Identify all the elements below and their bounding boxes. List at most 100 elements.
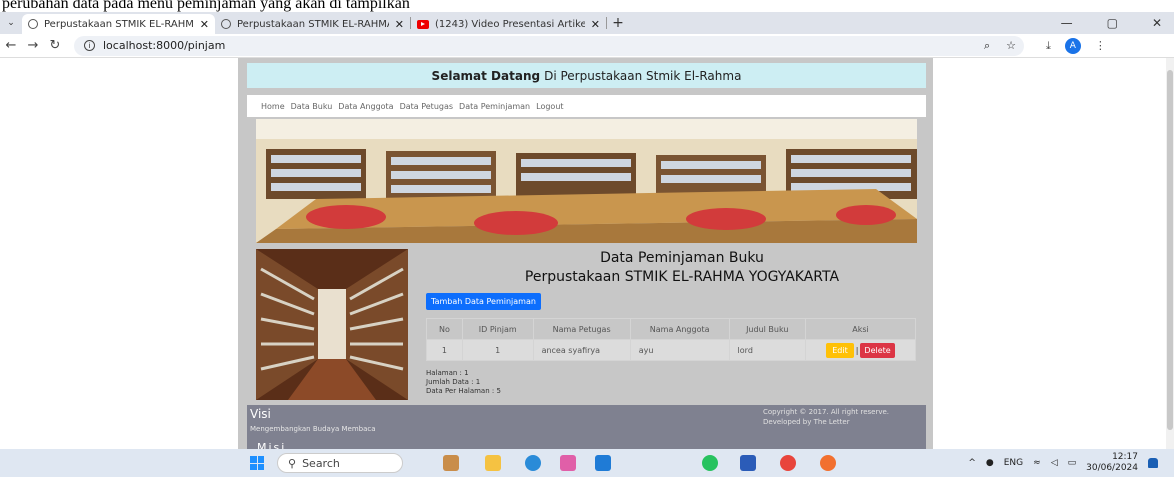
site-info-icon[interactable]: i [84, 40, 95, 51]
app-icon[interactable] [560, 455, 576, 471]
welcome-text: Di Perpustakaan Stmik El-Rahma [544, 68, 742, 83]
nav-home[interactable]: Home [261, 102, 285, 111]
menu-dots-icon[interactable]: ⋮ [1095, 39, 1106, 52]
windows-start-icon[interactable] [250, 456, 264, 470]
scroll-thumb[interactable] [1167, 70, 1173, 430]
forward-icon[interactable]: → [22, 38, 44, 53]
add-peminjaman-button[interactable]: Tambah Data Peminjaman [426, 293, 541, 310]
browser-tab-active[interactable]: Perpustakaan STMIK EL-RAHMA ✕ [22, 14, 215, 34]
nav-data-petugas[interactable]: Data Petugas [400, 102, 453, 111]
firefox-icon[interactable] [820, 455, 836, 471]
th-nama-anggota: Nama Anggota [629, 318, 730, 340]
word-icon[interactable] [740, 455, 756, 471]
search-icon: ⚲ [288, 456, 297, 470]
document-text-fragment: perubahan data pada menu peminjaman yang… [2, 0, 410, 12]
page-heading-line2: Perpustakaan STMIK EL-RAHMA YOGYAKARTA [524, 269, 840, 285]
copyright: Copyright © 2017. All right reserve. Dev… [763, 407, 889, 427]
file-explorer-icon[interactable] [485, 455, 501, 471]
peminjaman-table: No ID Pinjam Nama Petugas Nama Anggota J… [426, 318, 917, 361]
wifi-icon[interactable]: ≈ [1033, 458, 1041, 468]
tab-title: (1243) Video Presentasi Artikel [435, 18, 585, 30]
volume-icon[interactable]: ◁ [1051, 458, 1058, 468]
cell-nama-petugas: ancea syafirya [532, 339, 631, 361]
edge-browser-icon[interactable] [525, 455, 541, 471]
bookshelf-aisle-image [256, 249, 408, 400]
browser-tab-bar: ⌄ Perpustakaan STMIK EL-RAHMA ✕ Perpusta… [0, 12, 1174, 34]
jumlah-data-text: Jumlah Data : 1 [426, 378, 481, 386]
th-nama-petugas: Nama Petugas [532, 318, 631, 340]
clock[interactable]: 12:17 30/06/2024 [1086, 452, 1138, 474]
site-container: Selamat Datang Di Perpustakaan Stmik El-… [238, 58, 933, 449]
browser-toolbar: ← → ↻ i localhost:8000/pinjam ⌕ ☆ ⤓ A ⋮ [0, 34, 1174, 58]
visi-text: Mengembangkan Budaya Membaca [250, 425, 376, 433]
zoom-icon[interactable]: ⌕ [984, 39, 990, 53]
youtube-icon [417, 19, 429, 29]
edit-button[interactable]: Edit [826, 342, 854, 358]
peminjaman-content: Data Peminjaman Buku Perpustakaan STMIK … [426, 249, 918, 396]
page-viewport: Selamat Datang Di Perpustakaan Stmik El-… [0, 58, 1174, 449]
close-tab-icon[interactable]: ✕ [395, 18, 404, 31]
copyright-text: Copyright © 2017. All right reserve. [763, 408, 890, 416]
welcome-bold: Selamat Datang [431, 68, 541, 83]
system-tray: ^ ● ENG ≈ ◁ ▭ 12:17 30/06/2024 [968, 449, 1158, 477]
taskbar-search-text: Search [302, 456, 340, 470]
nav-data-buku[interactable]: Data Buku [291, 102, 333, 111]
nav-data-peminjaman[interactable]: Data Peminjaman [459, 102, 530, 111]
clock-date: 30/06/2024 [1086, 463, 1138, 473]
page-scrollbar[interactable] [1166, 58, 1174, 449]
cell-nama-anggota: ayu [629, 339, 730, 361]
th-judul-buku: Judul Buku [728, 318, 806, 340]
cell-aksi: Edit | Delete [804, 339, 917, 361]
nav-logout[interactable]: Logout [536, 102, 563, 111]
nav-data-anggota[interactable]: Data Anggota [338, 102, 393, 111]
th-id-pinjam: ID Pinjam [461, 318, 534, 340]
url-text[interactable]: localhost:8000/pinjam [103, 39, 225, 52]
notification-bell-icon[interactable] [1148, 458, 1158, 468]
tab-title: Perpustakaan STMIK EL-RAHMA [44, 18, 194, 30]
chevron-up-icon[interactable]: ^ [968, 458, 976, 468]
widgets-icon[interactable] [443, 455, 459, 471]
vscode-icon[interactable] [595, 455, 611, 471]
cell-id-pinjam: 1 [461, 339, 534, 361]
taskbar-search[interactable]: ⚲ Search [277, 453, 403, 473]
browser-tab[interactable]: Perpustakaan STMIK EL-RAHMA ✕ [215, 14, 410, 34]
reload-icon[interactable]: ↻ [44, 38, 66, 53]
battery-icon[interactable]: ▭ [1068, 458, 1077, 468]
download-icon[interactable]: ⤓ [1046, 39, 1051, 53]
close-window-icon[interactable]: ✕ [1152, 16, 1162, 30]
bookmark-star-icon[interactable]: ☆ [1006, 39, 1016, 52]
close-tab-icon[interactable]: ✕ [200, 18, 209, 31]
windows-taskbar: ⚲ Search ^ ● ENG ≈ ◁ ▭ 12:17 30/06/2024 [0, 449, 1174, 477]
tab-search-chevron-icon[interactable]: ⌄ [0, 12, 22, 34]
network-app-icon[interactable]: ● [986, 458, 994, 468]
developer-credit: Developed by The Letter [763, 418, 850, 426]
page-heading-line1: Data Peminjaman Buku [600, 250, 764, 266]
cell-judul-buku: lord [728, 339, 806, 361]
chrome-icon[interactable] [780, 455, 796, 471]
halaman-text: Halaman : 1 [426, 369, 469, 377]
minimize-icon[interactable]: — [1061, 16, 1073, 30]
whatsapp-icon[interactable] [702, 455, 718, 471]
cell-no: 1 [426, 339, 463, 361]
delete-button[interactable]: Delete [860, 342, 895, 358]
site-nav: Home Data Buku Data Anggota Data Petugas… [247, 95, 926, 117]
browser-tab-youtube[interactable]: (1243) Video Presentasi Artikel ✕ [411, 14, 606, 34]
language-indicator[interactable]: ENG [1004, 458, 1023, 468]
back-icon[interactable]: ← [0, 38, 22, 53]
close-tab-icon[interactable]: ✕ [591, 18, 600, 31]
maximize-icon[interactable]: ▢ [1107, 16, 1118, 30]
new-tab-button[interactable]: + [607, 15, 629, 31]
tab-title: Perpustakaan STMIK EL-RAHMA [237, 18, 389, 30]
library-banner-image [256, 119, 917, 243]
visi-title: Visi [250, 407, 271, 421]
site-footer: Visi Mengembangkan Budaya Membaca Misi C… [247, 405, 926, 449]
th-no: No [426, 318, 463, 340]
profile-avatar[interactable]: A [1064, 37, 1081, 54]
address-bar[interactable]: i localhost:8000/pinjam ⌕ ☆ [74, 35, 1024, 56]
data-per-halaman-text: Data Per Halaman : 5 [426, 387, 501, 395]
action-divider: | [855, 345, 859, 355]
misi-title: Misi [257, 441, 287, 449]
welcome-banner: Selamat Datang Di Perpustakaan Stmik El-… [247, 63, 926, 88]
table-row: 1 1 ancea syafirya ayu lord Edit | Delete [426, 339, 917, 361]
table-header-row: No ID Pinjam Nama Petugas Nama Anggota J… [426, 318, 917, 340]
